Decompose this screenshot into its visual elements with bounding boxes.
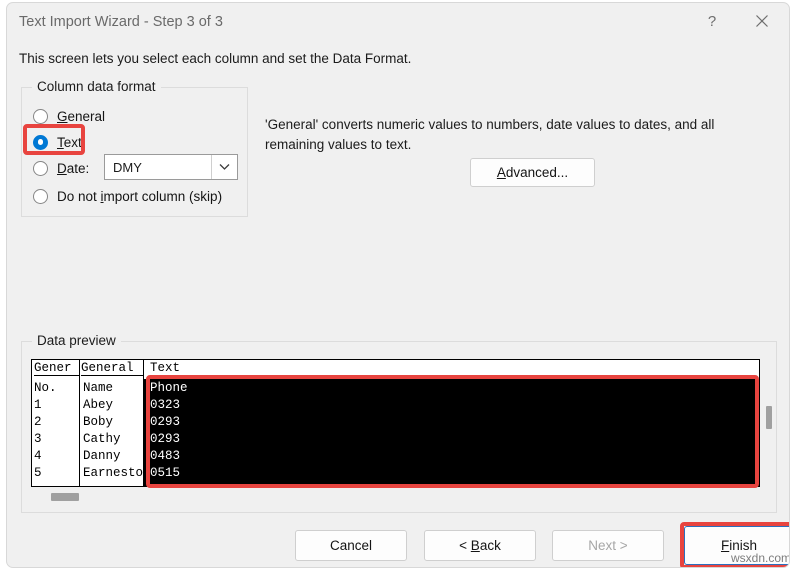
- preview-cell-no-5: 5: [34, 466, 42, 480]
- radio-general[interactable]: General: [33, 106, 105, 126]
- back-button[interactable]: < Back: [424, 530, 536, 561]
- preview-cell-name-3: Cathy: [83, 432, 121, 446]
- preview-cell-name-4: Danny: [83, 449, 121, 463]
- radio-date-label: Date:: [57, 160, 90, 176]
- intro-text: This screen lets you select each column …: [19, 51, 412, 66]
- close-button[interactable]: [739, 3, 785, 39]
- preview-cell-name-1: Abey: [83, 398, 114, 412]
- cancel-button[interactable]: Cancel: [295, 530, 407, 561]
- preview-cell-phone-5: 0515: [150, 466, 181, 480]
- preview-vertical-scrollbar-thumb[interactable]: [766, 406, 772, 429]
- radio-date[interactable]: Date:: [33, 158, 89, 178]
- preview-cell-phone-1: 0323: [150, 398, 181, 412]
- preview-header-2[interactable]: Text: [150, 361, 759, 376]
- radio-general-mark[interactable]: [33, 108, 48, 124]
- preview-cell-phone-2: 0293: [150, 415, 181, 429]
- format-description: 'General' converts numeric values to num…: [265, 117, 715, 152]
- back-button-label: < Back: [459, 538, 501, 553]
- advanced-button-label: Advanced...: [496, 165, 569, 180]
- radio-text[interactable]: Text: [33, 132, 82, 152]
- advanced-button[interactable]: Advanced...: [470, 158, 595, 187]
- text-import-wizard-dialog: Text Import Wizard - Step 3 of 3 ? This …: [6, 2, 790, 568]
- data-preview-table[interactable]: Gener General Text Phone 0323 0293 0293 …: [31, 359, 760, 487]
- radio-text-mark[interactable]: [33, 134, 48, 150]
- radio-general-label: General: [57, 108, 106, 124]
- preview-cell-no-4: 4: [34, 449, 42, 463]
- radio-skip-mark[interactable]: [33, 188, 48, 204]
- radio-text-label: Text: [57, 134, 82, 150]
- preview-cell-name-5: Earnesto: [83, 466, 144, 480]
- preview-cell-no-0: No.: [34, 381, 57, 395]
- preview-header-0[interactable]: Gener: [34, 361, 79, 376]
- preview-cell-no-1: 1: [34, 398, 42, 412]
- cancel-button-label: Cancel: [329, 538, 373, 553]
- watermark: wsxdn.com: [731, 551, 790, 565]
- radio-date-mark[interactable]: [33, 160, 48, 176]
- date-format-value: DMY: [113, 159, 142, 175]
- help-button[interactable]: ?: [689, 3, 735, 39]
- preview-cell-name-2: Boby: [83, 415, 114, 429]
- column-data-format-legend: Column data format: [32, 79, 161, 94]
- radio-skip-column[interactable]: Do not import column (skip): [33, 186, 222, 206]
- preview-cell-phone-0: Phone: [150, 381, 188, 395]
- question-mark-icon: ?: [707, 12, 717, 30]
- window-title: Text Import Wizard - Step 3 of 3: [19, 14, 223, 30]
- preview-cell-name-0: Name: [83, 381, 114, 395]
- next-button: Next >: [552, 530, 664, 561]
- column-data-format-group: Column data format General Text Date: DM…: [21, 79, 248, 217]
- chevron-down-icon[interactable]: [211, 155, 237, 179]
- next-button-label: Next >: [588, 538, 628, 553]
- preview-header-1[interactable]: General: [81, 361, 143, 376]
- data-preview-legend: Data preview: [32, 333, 121, 348]
- preview-selected-column[interactable]: Phone 0323 0293 0293 0483 0515: [144, 379, 759, 486]
- preview-cell-phone-4: 0483: [150, 449, 181, 463]
- preview-cell-no-2: 2: [34, 415, 42, 429]
- date-format-dropdown[interactable]: DMY: [104, 154, 238, 180]
- preview-horizontal-scrollbar-thumb[interactable]: [51, 493, 79, 501]
- preview-cell-no-3: 3: [34, 432, 42, 446]
- preview-column-separator-1: [79, 360, 80, 486]
- preview-cell-phone-3: 0293: [150, 432, 181, 446]
- radio-skip-label: Do not import column (skip): [57, 188, 223, 204]
- title-bar: Text Import Wizard - Step 3 of 3 ?: [7, 3, 789, 43]
- close-icon: [756, 15, 768, 27]
